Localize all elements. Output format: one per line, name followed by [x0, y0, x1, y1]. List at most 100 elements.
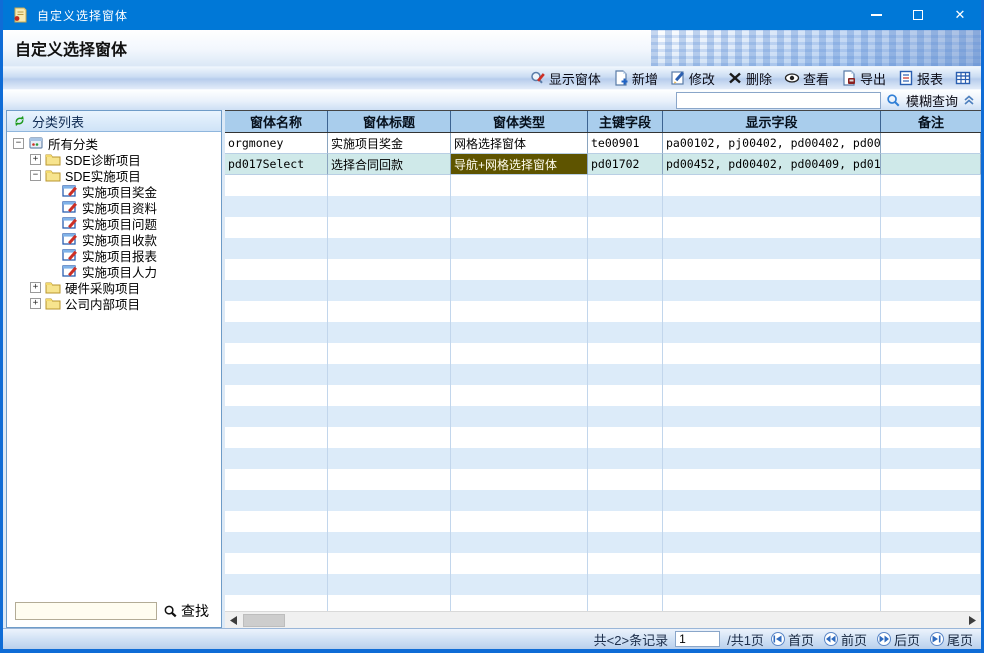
table-cell[interactable]	[451, 427, 588, 448]
table-cell[interactable]	[225, 448, 328, 469]
table-cell[interactable]	[663, 385, 881, 406]
table-cell[interactable]	[451, 196, 588, 217]
table-cell[interactable]	[225, 406, 328, 427]
table-cell[interactable]: pa00102, pj00402, pd00402, pd00409, pd01	[663, 133, 881, 154]
column-header[interactable]: 窗体标题	[328, 111, 451, 132]
refresh-icon[interactable]	[13, 114, 26, 128]
table-cell[interactable]	[588, 364, 663, 385]
table-empty-row[interactable]	[225, 175, 981, 196]
column-header[interactable]: 主键字段	[588, 111, 663, 132]
tree-find-input[interactable]	[15, 602, 157, 620]
table-cell[interactable]	[225, 511, 328, 532]
minimize-button[interactable]	[855, 0, 897, 30]
scroll-left-arrow-icon[interactable]	[225, 612, 242, 629]
table-cell[interactable]	[225, 490, 328, 511]
horizontal-scrollbar[interactable]	[225, 611, 981, 628]
table-cell[interactable]	[588, 553, 663, 574]
tree-find-button[interactable]: 查找	[163, 601, 209, 621]
table-cell[interactable]	[881, 385, 981, 406]
table-cell[interactable]	[225, 301, 328, 322]
table-cell[interactable]	[663, 364, 881, 385]
table-cell[interactable]	[588, 532, 663, 553]
table-cell[interactable]	[328, 427, 451, 448]
table-cell[interactable]	[663, 469, 881, 490]
table-cell[interactable]	[881, 196, 981, 217]
table-empty-row[interactable]	[225, 490, 981, 511]
table-cell[interactable]	[328, 469, 451, 490]
next-page-button[interactable]: 后页	[877, 630, 920, 649]
table-cell[interactable]	[328, 448, 451, 469]
table-cell[interactable]	[588, 301, 663, 322]
table-cell[interactable]	[663, 595, 881, 611]
table-cell[interactable]	[881, 259, 981, 280]
table-cell[interactable]	[328, 343, 451, 364]
tree-item[interactable]: +公司内部项目	[7, 295, 221, 311]
table-cell[interactable]	[225, 259, 328, 280]
table-cell[interactable]	[451, 490, 588, 511]
table-cell[interactable]	[451, 259, 588, 280]
table-cell[interactable]	[881, 511, 981, 532]
table-empty-row[interactable]	[225, 343, 981, 364]
table-cell[interactable]	[881, 532, 981, 553]
table-cell[interactable]	[881, 133, 981, 154]
table-cell[interactable]	[451, 301, 588, 322]
expand-icon[interactable]: +	[30, 154, 41, 165]
collapse-chevron-icon[interactable]	[963, 94, 975, 106]
table-cell[interactable]	[451, 595, 588, 611]
table-cell[interactable]	[451, 406, 588, 427]
table-cell[interactable]	[663, 196, 881, 217]
expand-icon[interactable]: +	[30, 282, 41, 293]
table-cell[interactable]	[328, 532, 451, 553]
table-cell[interactable]	[663, 448, 881, 469]
table-cell[interactable]	[588, 385, 663, 406]
table-empty-row[interactable]	[225, 196, 981, 217]
table-cell[interactable]	[225, 175, 328, 196]
table-cell[interactable]: pd017Select	[225, 154, 328, 175]
table-cell[interactable]	[588, 511, 663, 532]
table-cell[interactable]	[451, 574, 588, 595]
table-cell[interactable]	[881, 364, 981, 385]
table-cell[interactable]	[663, 301, 881, 322]
table-empty-row[interactable]	[225, 427, 981, 448]
table-cell[interactable]	[451, 238, 588, 259]
toolbar-edit-button[interactable]: 修改	[666, 68, 719, 89]
table-cell[interactable]	[328, 322, 451, 343]
table-cell[interactable]	[225, 595, 328, 611]
table-cell[interactable]: 实施项目奖金	[328, 133, 451, 154]
table-empty-row[interactable]	[225, 511, 981, 532]
maximize-button[interactable]	[897, 0, 939, 30]
table-cell[interactable]	[881, 448, 981, 469]
table-cell[interactable]	[225, 322, 328, 343]
table-cell[interactable]	[663, 217, 881, 238]
close-button[interactable]: ✕	[939, 0, 981, 30]
table-cell[interactable]	[881, 343, 981, 364]
table-cell[interactable]	[328, 490, 451, 511]
first-page-button[interactable]: 首页	[771, 630, 814, 649]
table-cell[interactable]	[663, 511, 881, 532]
table-cell[interactable]	[328, 259, 451, 280]
table-cell[interactable]	[663, 175, 881, 196]
table-cell[interactable]	[663, 427, 881, 448]
toolbar-add-button[interactable]: 新增	[609, 68, 662, 89]
fuzzy-search-input[interactable]	[676, 92, 881, 109]
table-cell[interactable]	[881, 301, 981, 322]
table-cell[interactable]	[588, 343, 663, 364]
table-cell[interactable]	[451, 469, 588, 490]
prev-page-button[interactable]: 前页	[824, 630, 867, 649]
table-cell[interactable]	[225, 280, 328, 301]
table-cell[interactable]	[588, 175, 663, 196]
table-empty-row[interactable]	[225, 385, 981, 406]
toolbar-export-button[interactable]: 导出	[837, 68, 890, 89]
table-cell[interactable]	[328, 196, 451, 217]
table-cell[interactable]	[588, 322, 663, 343]
toolbar-view-button[interactable]: 查看	[780, 68, 833, 89]
table-cell[interactable]	[225, 553, 328, 574]
table-cell[interactable]	[328, 301, 451, 322]
table-empty-row[interactable]	[225, 553, 981, 574]
table-cell[interactable]	[451, 175, 588, 196]
table-cell[interactable]	[588, 406, 663, 427]
toolbar-grid-button[interactable]	[951, 69, 975, 87]
table-cell[interactable]	[663, 574, 881, 595]
table-empty-row[interactable]	[225, 406, 981, 427]
table-cell[interactable]	[663, 553, 881, 574]
